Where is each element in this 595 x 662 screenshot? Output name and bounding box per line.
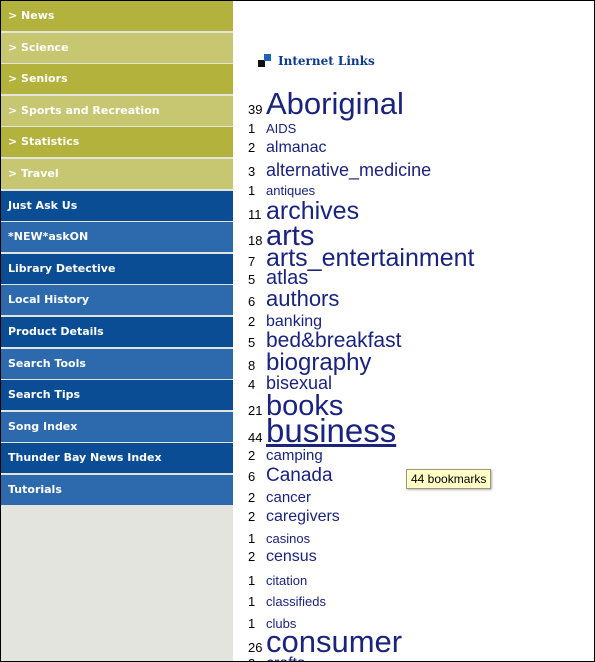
tag-row: 2 cancer (248, 489, 311, 505)
tag-row: 3 alternative_medicine (248, 161, 431, 179)
tag-link[interactable]: antiques (266, 183, 315, 198)
tag-link[interactable]: crafts (266, 655, 305, 662)
tag-link[interactable]: biography (266, 349, 371, 376)
tag-count: 6 (248, 294, 256, 309)
tag-link[interactable]: AIDS (266, 121, 296, 136)
sidebar-item-sports-and-recreation[interactable]: > Sports and Recreation (1, 95, 233, 126)
tag-count: 2 (248, 657, 266, 661)
tag-count: 4 (248, 377, 256, 392)
tag-count: 5 (248, 335, 256, 350)
tag-row: 39 Aboriginal (248, 88, 404, 119)
internet-links-header: Internet Links (258, 54, 375, 68)
tag-row: 2crafts (248, 655, 305, 662)
tag-row: 5 atlas (248, 268, 308, 288)
tag-count: 44 (248, 430, 263, 445)
sidebar-item-search-tips[interactable]: Search Tips (1, 380, 233, 411)
tag-count: 1 (248, 594, 256, 609)
tag-link[interactable]: Canada (266, 465, 333, 486)
tag-count: 2 (248, 314, 256, 329)
sidebar-item-local-history[interactable]: Local History (1, 285, 233, 316)
tag-row: 6 authors (248, 288, 339, 310)
tag-link[interactable]: consumer (266, 624, 402, 659)
tag-count: 3 (248, 164, 256, 179)
sidebar-item-seniors[interactable]: > Seniors (1, 64, 233, 95)
sidebar-item-news[interactable]: > News (1, 1, 233, 31)
tag-row: 2 camping (248, 447, 323, 463)
internet-links-icon (258, 54, 272, 68)
tag-row: 1 classifieds (248, 593, 326, 609)
tag-count: 5 (248, 272, 256, 287)
tag-count: 1 (248, 531, 256, 546)
tag-count: 2 (248, 549, 256, 564)
tag-count: 11 (248, 207, 262, 222)
tag-link[interactable]: banking (266, 313, 322, 330)
tag-row: 6 Canada (248, 466, 333, 485)
tag-row: 2 caregivers (248, 508, 340, 525)
tag-link[interactable]: camping (266, 447, 323, 464)
sidebar-item-science[interactable]: > Science (1, 32, 233, 63)
tag-row: 5 bed&breakfast (248, 330, 401, 351)
bookmark-count-tooltip: 44 bookmarks (406, 469, 492, 489)
sidebar-item-just-ask-us[interactable]: Just Ask Us (1, 190, 233, 221)
tag-link[interactable]: almanac (266, 139, 326, 156)
tag-count: 39 (248, 102, 263, 117)
tag-link[interactable]: classifieds (266, 594, 326, 609)
tag-count: 1 (248, 573, 256, 588)
tag-count: 8 (248, 358, 256, 373)
tag-link[interactable]: census (266, 548, 317, 565)
sidebar-item-library-detective[interactable]: Library Detective (1, 253, 233, 284)
sidebar-item-search-tools[interactable]: Search Tools (1, 348, 233, 379)
tag-count: 26 (248, 640, 263, 655)
tag-row: 2 almanac (248, 139, 326, 156)
sidebar-item-song-index[interactable]: Song Index (1, 411, 233, 442)
sidebar-item-product-details[interactable]: Product Details (1, 316, 233, 347)
sidebar-nav: > News > Science > Seniors > Sports and … (1, 1, 233, 661)
tag-link[interactable]: cancer (266, 489, 311, 506)
tag-count: 2 (248, 490, 256, 505)
sidebar-item-statistics[interactable]: > Statistics (1, 127, 233, 158)
tag-link[interactable]: authors (266, 286, 339, 311)
tag-count: 1 (248, 183, 256, 198)
tag-count: 6 (248, 469, 256, 484)
sidebar-item-travel[interactable]: > Travel (1, 158, 233, 189)
tag-link[interactable]: alternative_medicine (266, 160, 431, 180)
internet-links-title[interactable]: Internet Links (278, 54, 375, 68)
tag-row: 1 antiques (248, 182, 315, 198)
browser-frame: > News > Science > Seniors > Sports and … (0, 0, 595, 662)
tag-count: 2 (248, 140, 256, 155)
tag-row: 8 biography (248, 351, 371, 375)
tag-count: 7 (248, 254, 256, 269)
tag-link[interactable]: citation (266, 573, 307, 588)
tag-row: 2 banking (248, 313, 322, 330)
tag-row: 26 consumer (248, 626, 402, 657)
tag-row: 1 casinos (248, 530, 310, 546)
tag-count: 2 (248, 448, 256, 463)
tag-link[interactable]: casinos (266, 531, 310, 546)
tag-row: 1 citation (248, 572, 307, 588)
sidebar-item-thunder-bay-news-index[interactable]: Thunder Bay News Index (1, 443, 233, 474)
tag-row: 1 AIDS (248, 120, 296, 136)
tag-link[interactable]: caregivers (266, 508, 340, 525)
tag-link[interactable]: business (266, 412, 396, 449)
tag-row: 44 business (248, 414, 396, 447)
tag-link[interactable]: Aboriginal (266, 86, 404, 121)
tag-count: 2 (248, 509, 256, 524)
tag-count: 1 (248, 121, 256, 136)
tag-row: 2 census (248, 548, 317, 565)
sidebar-item-tutorials[interactable]: Tutorials (1, 474, 233, 505)
sidebar-item-askon[interactable]: *NEW*askON (1, 222, 233, 253)
main-content: Internet Links 39 Aboriginal 1 AIDS 2 almanac… (233, 1, 594, 661)
